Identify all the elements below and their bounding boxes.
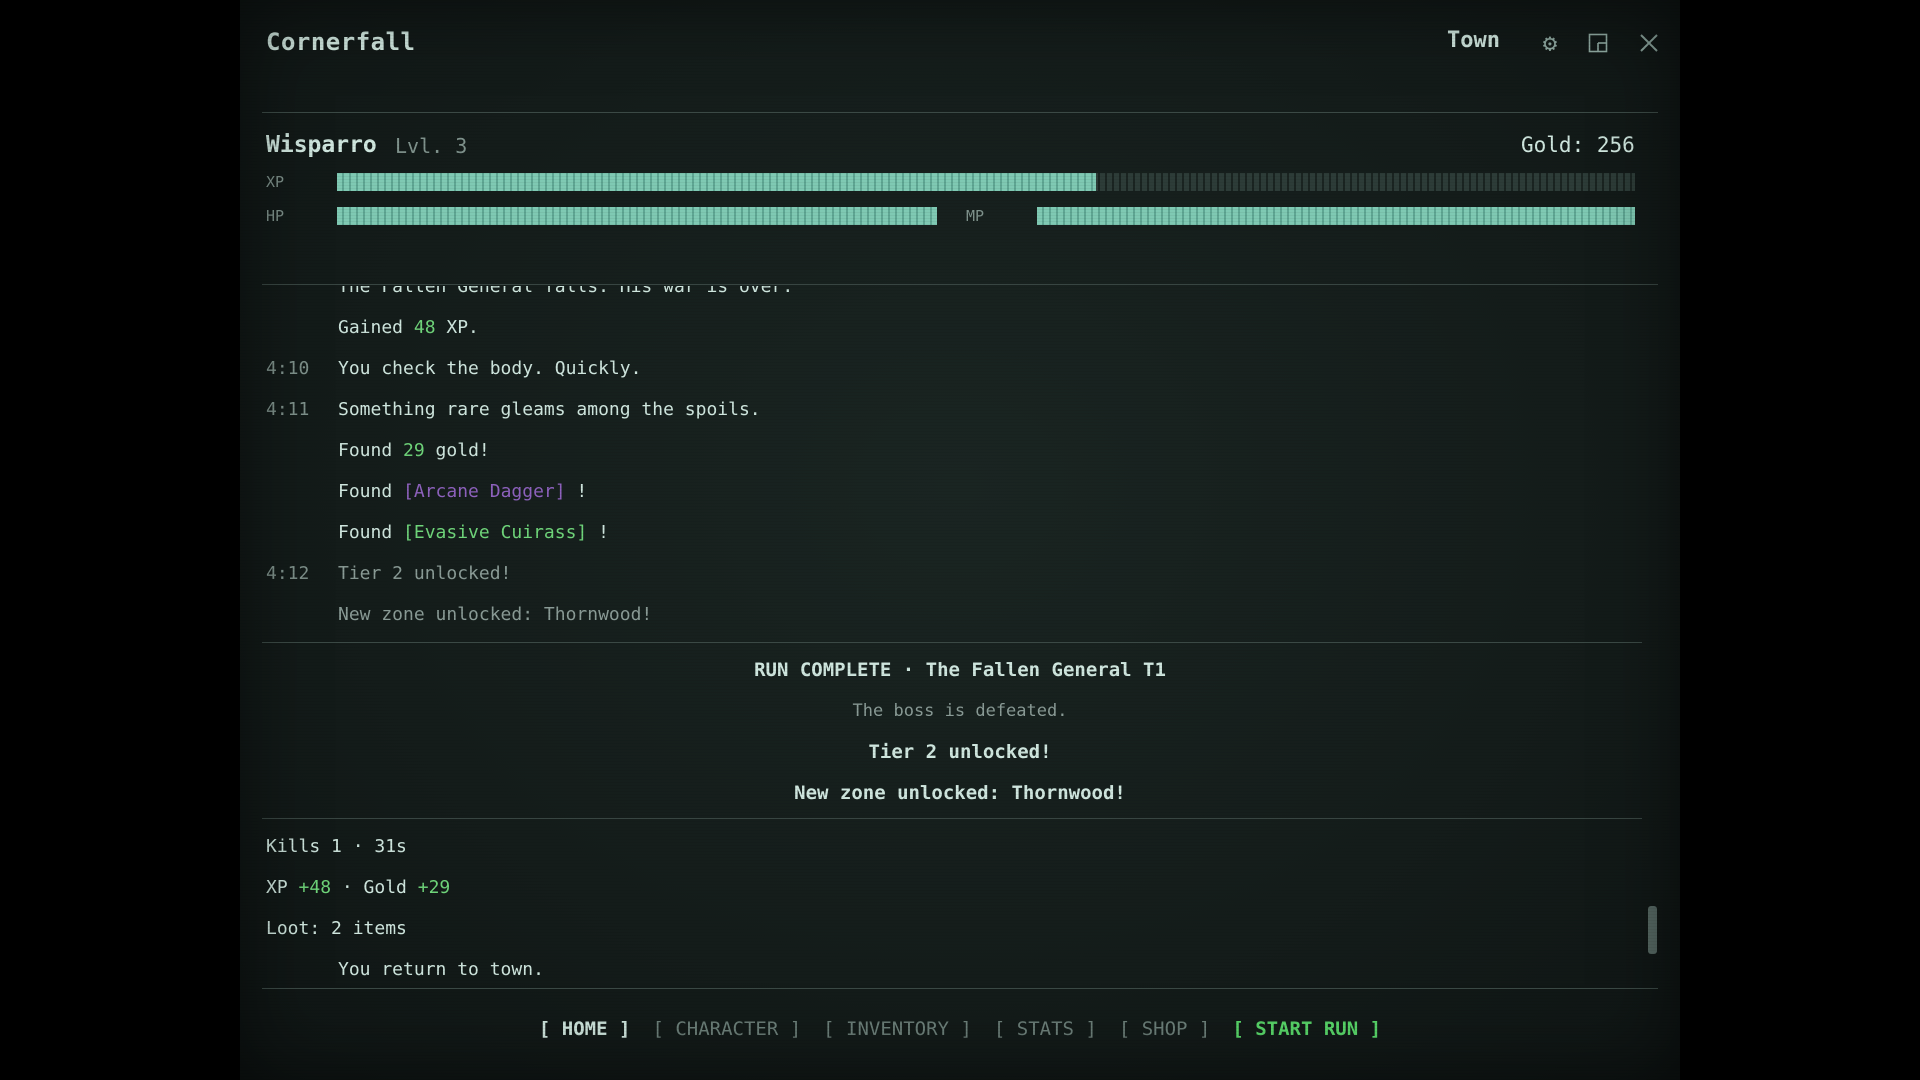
log-message: Found [Evasive Cuirass] ! <box>338 522 609 543</box>
log-text: Something rare gleams among the spoils. <box>338 399 761 420</box>
nav-stats[interactable]: [ STATS ] <box>994 1018 1097 1040</box>
game-title: Cornerfall <box>266 28 416 56</box>
log-text: Gained <box>338 317 414 338</box>
log-text: The Fallen General falls. His war is ove… <box>338 286 794 297</box>
run-complete-subtitle: The boss is defeated. <box>852 701 1068 721</box>
kills-stat: Kills 1 · 31s <box>266 836 407 857</box>
log-text: XP. <box>435 317 479 338</box>
nav-character[interactable]: [ CHARACTER ] <box>652 1018 801 1040</box>
item-link[interactable]: [Evasive Cuirass] <box>403 522 587 543</box>
gear-icon[interactable]: ⚙ <box>1535 28 1565 58</box>
gold-label: Gold: <box>1521 133 1585 157</box>
window-layout-icon[interactable] <box>1583 28 1613 58</box>
log-text: 48 <box>413 317 436 338</box>
mp-label: MP <box>966 207 985 225</box>
log-text: ! <box>565 481 588 502</box>
nav-shop[interactable]: [ SHOP ] <box>1119 1018 1211 1040</box>
divider <box>262 988 1658 989</box>
hp-label: HP <box>266 207 285 225</box>
hp-bar <box>337 207 937 225</box>
log-timestamp: 4:11 <box>266 399 310 420</box>
log-message: Gained 48 XP. <box>338 317 479 338</box>
log-message: You check the body. Quickly. <box>338 358 641 379</box>
gold-reward-label: · Gold <box>331 877 418 898</box>
loot-stat: Loot: 2 items <box>266 918 407 939</box>
gold-reward-value: +29 <box>417 877 451 898</box>
location-label: Town <box>1447 28 1500 53</box>
log-text: 29 <box>403 440 425 461</box>
return-message: You return to town. <box>338 959 544 980</box>
character-level: Lvl. 3 <box>395 134 468 158</box>
hp-bar-fill <box>337 207 937 225</box>
rewards-stat: XP +48 · Gold +29 <box>266 877 450 898</box>
run-complete-heading: RUN COMPLETE · The Fallen General T1 <box>754 659 1166 681</box>
mp-bar-fill <box>1037 207 1635 225</box>
xp-bar-fill <box>337 173 1097 191</box>
divider <box>262 642 1642 643</box>
log-text: Found <box>338 440 404 461</box>
log-message: Tier 2 unlocked! <box>338 563 511 584</box>
log-message: Found [Arcane Dagger] ! <box>338 481 587 502</box>
log-message: Found 29 gold! <box>338 440 490 461</box>
nav-start-run[interactable]: [ START RUN ] <box>1232 1018 1381 1040</box>
divider <box>262 818 1642 819</box>
nav-home[interactable]: [ HOME ] <box>539 1018 631 1040</box>
tier-unlocked-notice: Tier 2 unlocked! <box>868 741 1052 763</box>
log-text: gold! <box>424 440 490 461</box>
log-message: Something rare gleams among the spoils. <box>338 399 761 420</box>
gold-value: 256 <box>1596 133 1635 157</box>
divider <box>262 112 1658 113</box>
item-link[interactable]: [Arcane Dagger] <box>403 481 566 502</box>
log-text: You check the body. Quickly. <box>338 358 642 379</box>
xp-reward-value: +48 <box>298 877 332 898</box>
close-icon[interactable] <box>1634 28 1664 58</box>
log-text: ! <box>587 522 609 543</box>
mp-bar <box>1037 207 1635 225</box>
log-timestamp: 4:12 <box>266 563 310 584</box>
gold-display: Gold: 256 <box>1521 133 1635 157</box>
log-text: Found <box>338 522 404 543</box>
xp-bar <box>337 173 1635 191</box>
log-text: New zone unlocked: Thornwood! <box>338 604 653 625</box>
xp-label: XP <box>266 173 285 191</box>
log-timestamp: 4:10 <box>266 358 310 379</box>
combat-log[interactable]: The Fallen General falls. His war is ove… <box>266 286 1646 638</box>
character-name: Wisparro <box>266 132 377 158</box>
log-message: The Fallen General falls. His war is ove… <box>338 286 793 297</box>
zone-unlocked-notice: New zone unlocked: Thornwood! <box>794 782 1126 804</box>
xp-reward-label: XP <box>266 877 299 898</box>
log-text: Tier 2 unlocked! <box>338 563 512 584</box>
game-window: Cornerfall Town ⚙ Wisparro Lvl. 3 Gold: … <box>240 0 1680 1080</box>
divider <box>262 284 1658 285</box>
bottom-nav: [ HOME ] [ CHARACTER ] [ INVENTORY ] [ STAT… <box>240 1018 1680 1040</box>
log-scrollbar[interactable] <box>1648 906 1657 954</box>
log-text: Found <box>338 481 404 502</box>
nav-inventory[interactable]: [ INVENTORY ] <box>823 1018 972 1040</box>
log-message: New zone unlocked: Thornwood! <box>338 604 652 625</box>
